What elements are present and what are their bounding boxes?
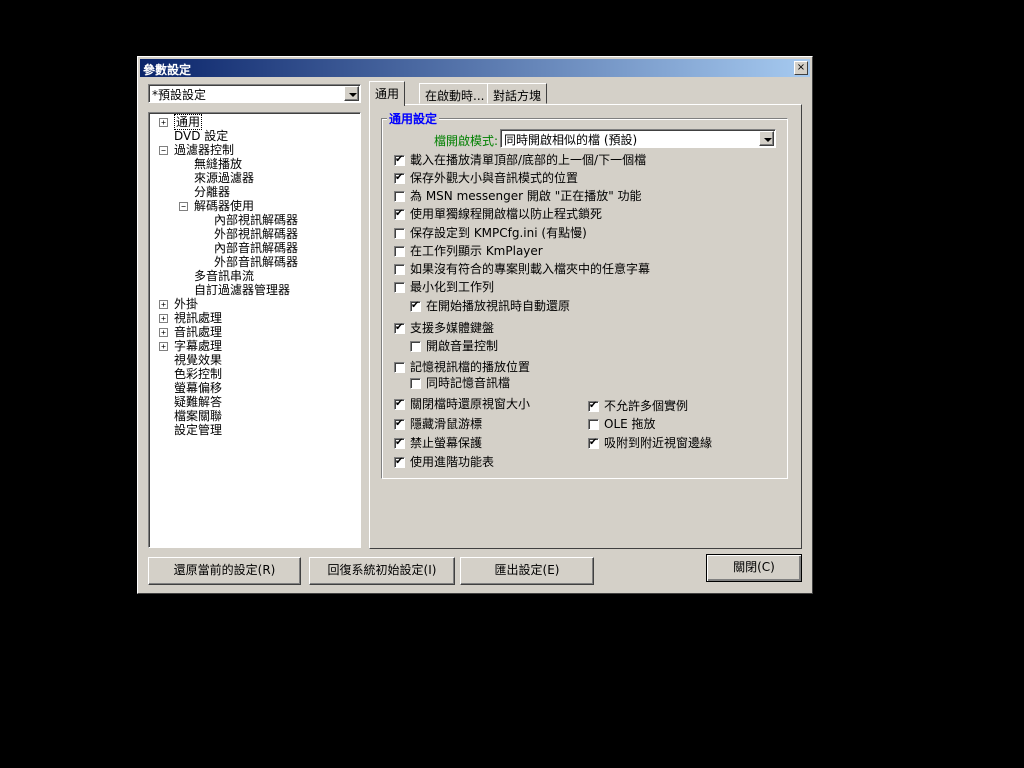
checkbox-box[interactable] xyxy=(394,191,405,202)
preferences-dialog: 參數設定 × *預設設定 + 通用 DVD 設定 − 過濾器控制 無縫播放 來源… xyxy=(137,56,813,594)
collapse-icon[interactable]: − xyxy=(159,146,168,155)
tree-item-external-video-decoder[interactable]: 外部視訊解碼器 xyxy=(214,227,298,241)
tree-item-custom-filter-manager[interactable]: 自訂過濾器管理器 xyxy=(194,283,290,297)
tree-item-dvd[interactable]: DVD 設定 xyxy=(174,129,228,143)
tree-item-source-filter[interactable]: 來源過濾器 xyxy=(194,171,254,185)
preset-value: *預設設定 xyxy=(152,88,207,102)
checkbox-load-prev-next[interactable]: 載入在播放清單頂部/底部的上一個/下一個檔 xyxy=(394,153,646,168)
checkbox-show-in-taskbar[interactable]: 在工作列顯示 KmPlayer xyxy=(394,244,543,259)
tree-item-internal-audio-decoder[interactable]: 內部音訊解碼器 xyxy=(214,241,298,255)
checkbox-box[interactable] xyxy=(394,207,405,221)
checkbox-msn-now-playing[interactable]: 為 MSN messenger 開啟 "正在播放" 功能 xyxy=(394,189,642,204)
tab-general[interactable]: 通用 xyxy=(369,81,406,106)
close-window-button[interactable]: × xyxy=(794,61,808,75)
checkbox-box[interactable] xyxy=(588,399,599,413)
open-mode-select[interactable]: 同時開啟相似的檔 (預設) xyxy=(500,129,776,148)
expand-icon[interactable]: + xyxy=(159,314,168,323)
tree-item-subtitle-processing[interactable]: 字幕處理 xyxy=(174,339,222,353)
tree-item-video-processing[interactable]: 視訊處理 xyxy=(174,311,222,325)
tree-item-color-control[interactable]: 色彩控制 xyxy=(174,367,222,381)
preset-select[interactable]: *預設設定 xyxy=(148,84,361,103)
checkbox-snap-to-edges[interactable]: 吸附到附近視窗邊緣 xyxy=(588,436,712,451)
checkbox-box[interactable] xyxy=(410,341,421,352)
checkbox-box[interactable] xyxy=(410,299,421,313)
chevron-down-icon[interactable] xyxy=(759,131,774,146)
checkbox-box[interactable] xyxy=(394,282,405,293)
checkbox-box[interactable] xyxy=(394,228,405,239)
window-title: 參數設定 xyxy=(143,63,192,77)
open-mode-value: 同時開啟相似的檔 (預設) xyxy=(504,133,638,147)
restore-settings-button[interactable]: 還原當前的設定(R) xyxy=(148,557,301,585)
open-mode-label: 檔開啟模式: xyxy=(434,134,499,148)
tab-on-startup[interactable]: 在啟動時... xyxy=(419,83,491,104)
checkbox-box[interactable] xyxy=(394,171,405,185)
tree-item-visual-effects[interactable]: 視覺效果 xyxy=(174,353,222,367)
checkbox-remember-audio[interactable]: 同時記憶音訊檔 xyxy=(410,376,510,391)
checkbox-box[interactable] xyxy=(394,246,405,257)
checkbox-disable-screensaver[interactable]: 禁止螢幕保護 xyxy=(394,436,482,451)
expand-icon[interactable]: + xyxy=(159,300,168,309)
expand-icon[interactable]: + xyxy=(159,328,168,337)
tree-item-settings-management[interactable]: 設定管理 xyxy=(174,423,222,437)
tree-item-plugins[interactable]: 外掛 xyxy=(174,297,198,311)
checkbox-load-any-subtitle[interactable]: 如果沒有符合的專案則載入檔夾中的任意字幕 xyxy=(394,262,650,277)
tree-item-external-audio-decoder[interactable]: 外部音訊解碼器 xyxy=(214,255,298,269)
checkbox-box[interactable] xyxy=(394,436,405,450)
checkbox-box[interactable] xyxy=(410,378,421,389)
checkbox-multimedia-keyboard[interactable]: 支援多媒體鍵盤 xyxy=(394,321,494,336)
title-bar[interactable]: 參數設定 × xyxy=(140,59,810,77)
checkbox-hide-cursor[interactable]: 隱藏滑鼠游標 xyxy=(394,417,482,432)
checkbox-volume-control[interactable]: 開啟音量控制 xyxy=(410,339,498,354)
checkbox-ole-drag-drop[interactable]: OLE 拖放 xyxy=(588,417,656,432)
checkbox-box[interactable] xyxy=(588,419,599,430)
checkbox-box[interactable] xyxy=(394,264,405,275)
tree-item-file-association[interactable]: 檔案關聯 xyxy=(174,409,222,423)
tree-item-splitter[interactable]: 分離器 xyxy=(194,185,230,199)
expand-icon[interactable]: + xyxy=(159,118,168,127)
checkbox-auto-restore[interactable]: 在開始播放視訊時自動還原 xyxy=(410,299,570,314)
checkbox-box[interactable] xyxy=(394,362,405,373)
checkbox-box[interactable] xyxy=(394,153,405,167)
checkbox-restore-window-size[interactable]: 關閉檔時還原視窗大小 xyxy=(394,397,530,412)
tab-dialogs[interactable]: 對話方塊 xyxy=(487,83,548,104)
checkbox-box[interactable] xyxy=(394,417,405,431)
tree-item-filter-control[interactable]: 過濾器控制 xyxy=(174,143,234,157)
settings-tree[interactable]: + 通用 DVD 設定 − 過濾器控制 無縫播放 來源過濾器 分離器 − 解碼器… xyxy=(148,112,361,548)
tree-item-decoder-usage[interactable]: 解碼器使用 xyxy=(194,199,254,213)
checkbox-box[interactable] xyxy=(394,397,405,411)
checkbox-minimize-to-tray[interactable]: 最小化到工作列 xyxy=(394,280,494,295)
tree-item-general[interactable]: 通用 xyxy=(174,114,203,130)
tree-item-audio-processing[interactable]: 音訊處理 xyxy=(174,325,222,339)
checkbox-advanced-menu[interactable]: 使用進階功能表 xyxy=(394,455,494,470)
checkbox-separate-thread[interactable]: 使用單獨線程開啟檔以防止程式鎖死 xyxy=(394,207,602,222)
checkbox-single-instance[interactable]: 不允許多個實例 xyxy=(588,399,688,414)
reset-defaults-button[interactable]: 回復系統初始設定(I) xyxy=(309,557,455,585)
checkbox-box[interactable] xyxy=(394,321,405,335)
close-button[interactable]: 關閉(C) xyxy=(706,554,802,582)
export-settings-button[interactable]: 匯出設定(E) xyxy=(460,557,594,585)
checkbox-save-skin-size[interactable]: 保存外觀大小與音訊模式的位置 xyxy=(394,171,578,186)
tree-item-troubleshooting[interactable]: 疑難解答 xyxy=(174,395,222,409)
tree-item-seamless[interactable]: 無縫播放 xyxy=(194,157,242,171)
general-settings-title: 通用設定 xyxy=(387,110,440,127)
tree-item-screen-offset[interactable]: 螢幕偏移 xyxy=(174,381,222,395)
checkbox-box[interactable] xyxy=(588,436,599,450)
tree-item-internal-video-decoder[interactable]: 內部視訊解碼器 xyxy=(214,213,298,227)
checkbox-box[interactable] xyxy=(394,455,405,469)
checkbox-save-to-ini[interactable]: 保存設定到 KMPCfg.ini (有點慢) xyxy=(394,226,587,241)
expand-icon[interactable]: + xyxy=(159,342,168,351)
chevron-down-icon[interactable] xyxy=(344,86,359,101)
checkbox-remember-video-position[interactable]: 記憶視訊檔的播放位置 xyxy=(394,360,530,375)
collapse-icon[interactable]: − xyxy=(179,202,188,211)
tree-item-multi-audio-stream[interactable]: 多音訊串流 xyxy=(194,269,254,283)
